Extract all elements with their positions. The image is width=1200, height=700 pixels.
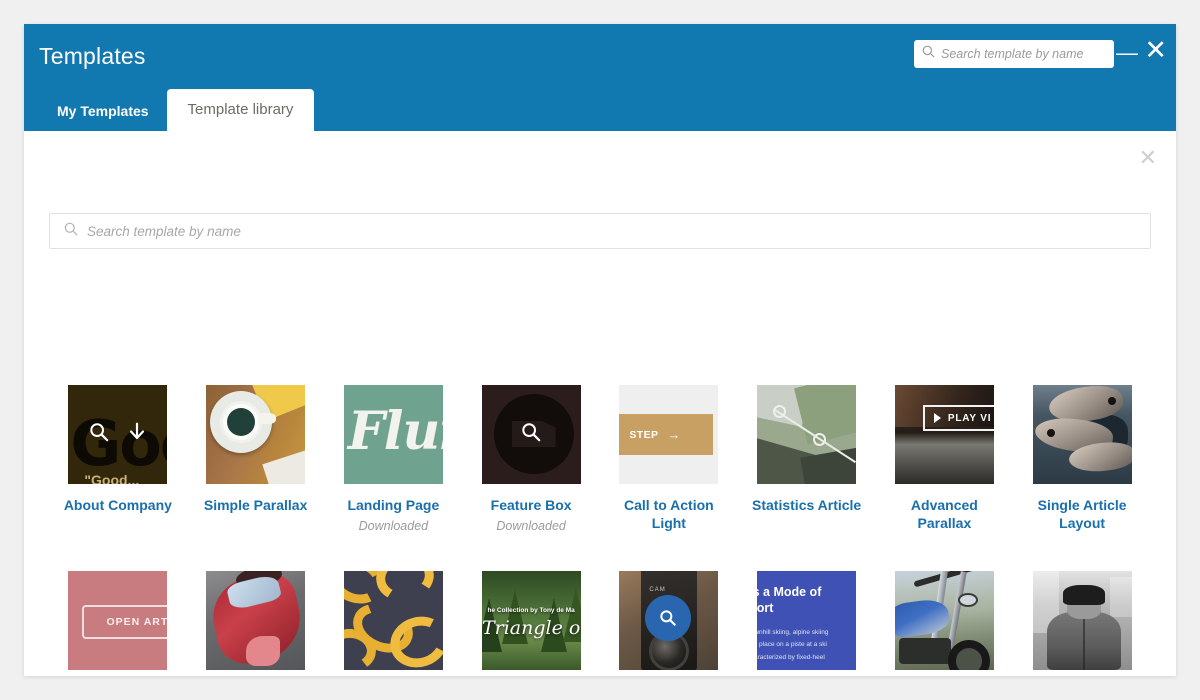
panel-close-button[interactable]: ✕ (1139, 147, 1157, 169)
template-thumbnail[interactable] (482, 385, 581, 484)
thumbnail-art: Fluid (344, 385, 443, 484)
preview-icon[interactable] (520, 421, 542, 448)
template-name[interactable]: Landing Page (347, 496, 439, 514)
template-name[interactable]: Call to Action Light (610, 496, 728, 533)
template-thumbnail[interactable] (1033, 385, 1132, 484)
thumbnail-art: is a Mode ofportdownhill skiing, alpine … (757, 571, 856, 670)
template-thumbnail[interactable] (344, 571, 443, 670)
thumbnail-art (206, 571, 305, 670)
templates-modal: Templates — ✕ My Templates Template libr… (24, 24, 1176, 676)
template-thumbnail[interactable] (1033, 571, 1132, 670)
template-name[interactable]: Feature Box (491, 496, 572, 514)
tab-my-templates[interactable]: My Templates (39, 92, 167, 131)
modal-body: ✕ Goo"Good... About Company Simple Paralla… (24, 131, 1176, 676)
template-thumbnail[interactable] (206, 385, 305, 484)
template-card[interactable]: Statistics Article (738, 385, 876, 533)
thumbnail-art: STEP→ (619, 385, 718, 484)
template-card[interactable]: Simple Parallax (187, 385, 325, 533)
thumbnail-art (206, 385, 305, 484)
thumbnail-art: OPEN ART (68, 571, 167, 670)
thumbnail-art: he Collection by Tony de MaTriangle o (482, 571, 581, 670)
template-status: Downloaded (496, 519, 566, 533)
thumbnail-art (1033, 385, 1132, 484)
template-card[interactable]: Business Introduction (1013, 571, 1151, 676)
template-card[interactable]: PLAY VI Advanced Parallax (876, 385, 1014, 533)
template-thumbnail[interactable]: PLAY VI (895, 385, 994, 484)
search-icon (922, 45, 935, 63)
modal-header: Templates — ✕ My Templates Template libr… (24, 24, 1176, 131)
template-grid: Goo"Good... About Company Simple Parallax F… (49, 385, 1151, 676)
template-card[interactable]: Goo"Good... About Company (49, 385, 187, 533)
template-thumbnail[interactable] (895, 571, 994, 670)
template-card[interactable]: Automotive Template (876, 571, 1014, 676)
minimize-button[interactable]: — (1116, 42, 1138, 64)
template-search-input[interactable] (87, 224, 1136, 239)
thumbnail-overlay (68, 385, 167, 484)
thumbnail-art (895, 571, 994, 670)
template-thumbnail[interactable] (757, 385, 856, 484)
template-name[interactable]: Single Article Layout (1023, 496, 1141, 533)
thumbnail-art: PLAY VI (895, 385, 994, 484)
template-card[interactable]: Artistic Portfolio (325, 571, 463, 676)
template-thumbnail[interactable]: is a Mode ofportdownhill skiing, alpine … (757, 571, 856, 670)
template-card[interactable]: CAMPhotography Portfolio (600, 571, 738, 676)
template-name[interactable]: Simple Parallax (204, 496, 308, 514)
thumbnail-art (757, 385, 856, 484)
search-icon (64, 222, 78, 241)
template-card[interactable]: is a Mode ofportdownhill skiing, alpine … (738, 571, 876, 676)
template-search-box[interactable] (49, 213, 1151, 249)
template-name[interactable]: About Company (64, 496, 172, 514)
template-name[interactable]: Statistics Article (752, 496, 861, 514)
template-thumbnail[interactable] (206, 571, 305, 670)
header-search-input[interactable] (941, 47, 1106, 61)
template-status: Downloaded (359, 519, 429, 533)
template-thumbnail[interactable]: he Collection by Tony de MaTriangle o (482, 571, 581, 670)
template-thumbnail[interactable]: Fluid (344, 385, 443, 484)
template-card[interactable]: Hero Section (187, 571, 325, 676)
page-title: Templates (39, 43, 146, 70)
template-card[interactable]: he Collection by Tony de MaTriangle oNat… (462, 571, 600, 676)
thumbnail-art (344, 571, 443, 670)
template-thumbnail[interactable]: OPEN ART (68, 571, 167, 670)
template-card[interactable]: STEP→ Call to Action Light (600, 385, 738, 533)
download-icon[interactable] (126, 421, 148, 448)
template-name[interactable]: Advanced Parallax (885, 496, 1003, 533)
template-thumbnail[interactable]: Goo"Good... (68, 385, 167, 484)
template-thumbnail[interactable]: CAM (619, 571, 718, 670)
template-card[interactable]: Single Article Layout (1013, 385, 1151, 533)
thumbnail-overlay (482, 385, 581, 484)
template-card[interactable]: OPEN ARTCall to Action Strong (49, 571, 187, 676)
thumbnail-art (1033, 571, 1132, 670)
tab-template-library[interactable]: Template library (167, 89, 315, 131)
tab-bar: My Templates Template library (39, 89, 314, 131)
close-window-button[interactable]: ✕ (1144, 37, 1167, 64)
template-thumbnail[interactable]: STEP→ (619, 385, 718, 484)
header-search-box[interactable] (914, 40, 1114, 68)
preview-icon[interactable] (88, 421, 110, 448)
template-card[interactable]: Fluid Landing Page Downloaded (325, 385, 463, 533)
template-card[interactable]: Feature Box Downloaded (462, 385, 600, 533)
